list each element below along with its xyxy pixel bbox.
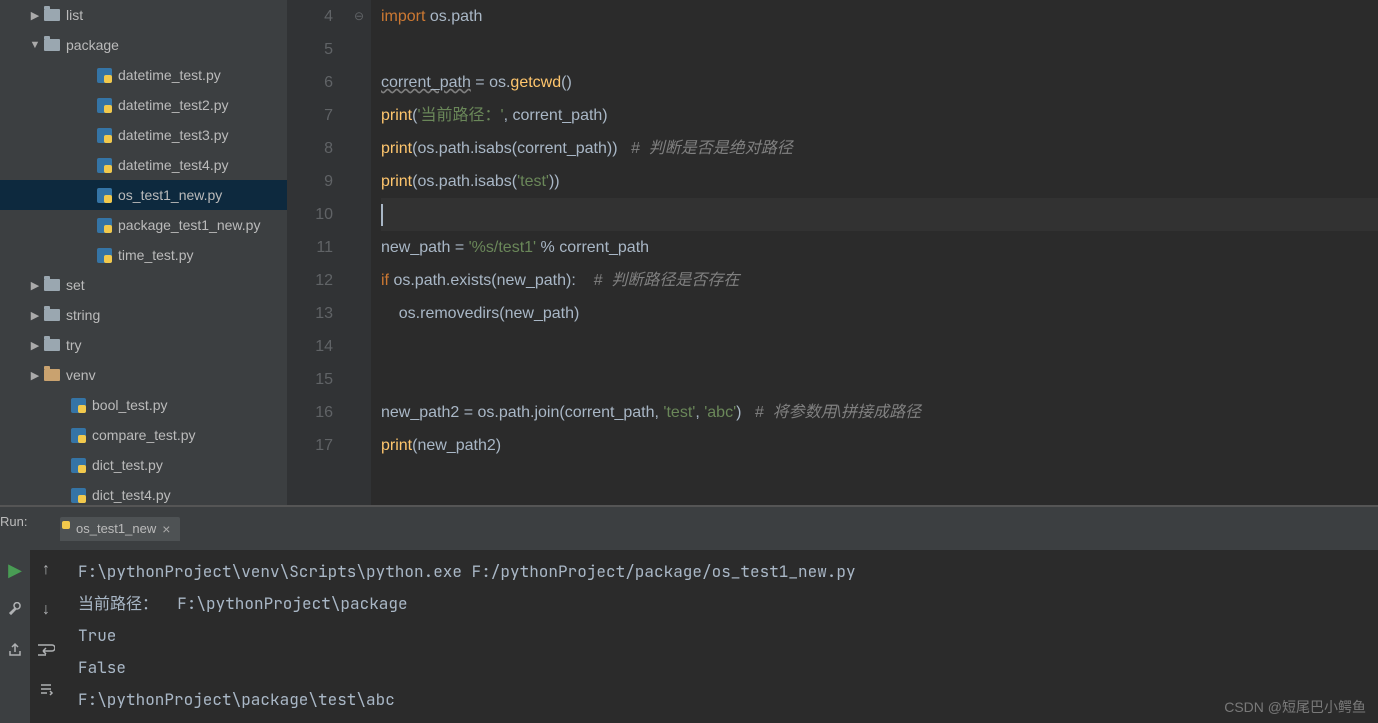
tree-item-label: datetime_test.py xyxy=(118,67,221,83)
python-file-icon xyxy=(94,128,114,143)
run-tool-bar: os_test1_new × xyxy=(0,505,1378,550)
tree-item-label: package_test1_new.py xyxy=(118,217,260,233)
scroll-to-end-icon[interactable] xyxy=(36,680,56,700)
line-number: 15 xyxy=(287,363,333,396)
python-file-icon xyxy=(94,158,114,173)
folder-icon xyxy=(42,369,62,381)
tree-item-label: package xyxy=(66,37,119,53)
python-file-icon xyxy=(68,458,88,473)
chevron-icon[interactable]: ▼ xyxy=(28,39,42,51)
close-icon[interactable]: × xyxy=(162,521,170,537)
soft-wrap-icon[interactable] xyxy=(36,640,56,660)
line-number: 9 xyxy=(287,165,333,198)
tree-item-label: datetime_test2.py xyxy=(118,97,229,113)
python-file-icon xyxy=(94,98,114,113)
line-number: 14 xyxy=(287,330,333,363)
watermark: CSDN @短尾巴小鳄鱼 xyxy=(1224,697,1366,717)
tree-file[interactable]: datetime_test.py xyxy=(0,60,287,90)
run-tab[interactable]: os_test1_new × xyxy=(60,517,180,541)
tree-item-label: datetime_test3.py xyxy=(118,127,229,143)
line-number: 10 xyxy=(287,198,333,231)
arrow-up-icon[interactable]: ↑ xyxy=(36,560,56,580)
tree-folder-set[interactable]: ▶ set xyxy=(0,270,287,300)
tree-file[interactable]: package_test1_new.py xyxy=(0,210,287,240)
tree-item-label: compare_test.py xyxy=(92,427,196,443)
folder-icon xyxy=(42,9,62,21)
chevron-icon[interactable]: ▶ xyxy=(28,309,42,322)
tree-item-label: dict_test.py xyxy=(92,457,163,473)
tree-file[interactable]: bool_test.py xyxy=(0,390,287,420)
arrow-down-icon[interactable]: ↓ xyxy=(36,600,56,620)
tree-item-label: bool_test.py xyxy=(92,397,168,413)
line-number: 6 xyxy=(287,66,333,99)
rerun-icon[interactable]: ▶ xyxy=(5,560,25,580)
keyword: import xyxy=(381,8,425,25)
tree-item-label: set xyxy=(66,277,85,293)
run-toolbar-left: ▶ xyxy=(0,550,30,723)
line-number-gutter: 4567891011121314151617 xyxy=(287,0,347,505)
chevron-icon[interactable]: ▶ xyxy=(28,339,42,352)
tree-item-label: list xyxy=(66,7,83,23)
line-number: 7 xyxy=(287,99,333,132)
chevron-icon[interactable]: ▶ xyxy=(28,369,42,382)
line-number: 16 xyxy=(287,396,333,429)
tree-file[interactable]: datetime_test4.py xyxy=(0,150,287,180)
tree-folder-venv[interactable]: ▶ venv xyxy=(0,360,287,390)
tree-item-label: os_test1_new.py xyxy=(118,187,222,203)
console-output[interactable]: F:\pythonProject\venv\Scripts\python.exe… xyxy=(62,550,1378,723)
line-number: 13 xyxy=(287,297,333,330)
folder-icon xyxy=(42,39,62,51)
tree-file[interactable]: os_test1_new.py xyxy=(0,180,287,210)
tree-file[interactable]: compare_test.py xyxy=(0,420,287,450)
tree-item-label: string xyxy=(66,307,100,323)
line-number: 5 xyxy=(287,33,333,66)
chevron-icon[interactable]: ▶ xyxy=(28,279,42,292)
python-file-icon xyxy=(94,68,114,83)
line-number: 17 xyxy=(287,429,333,462)
line-number: 4 xyxy=(287,0,333,33)
wrench-icon[interactable] xyxy=(5,600,25,620)
run-toolbar-secondary: ↑ ↓ xyxy=(30,550,62,723)
python-file-icon xyxy=(68,428,88,443)
run-console: ▶ ↑ ↓ F:\pythonProject\venv\Scripts\pyth… xyxy=(0,550,1378,723)
export-icon[interactable] xyxy=(5,640,25,660)
folder-icon xyxy=(42,309,62,321)
line-number: 12 xyxy=(287,264,333,297)
tree-file[interactable]: dict_test4.py xyxy=(0,480,287,505)
code-area[interactable]: import os.path corrent_path = os.getcwd(… xyxy=(371,0,1378,505)
run-panel-label: Run: xyxy=(0,514,27,529)
python-file-icon xyxy=(68,398,88,413)
tree-file[interactable]: datetime_test2.py xyxy=(0,90,287,120)
tree-item-label: venv xyxy=(66,367,96,383)
python-file-icon xyxy=(94,248,114,263)
tree-folder-package[interactable]: ▼ package xyxy=(0,30,287,60)
comment: # 判断是否是绝对路径 xyxy=(631,140,793,157)
code-editor[interactable]: 4567891011121314151617 ⊖ import os.path … xyxy=(287,0,1378,505)
run-tab-label: os_test1_new xyxy=(76,521,156,536)
tree-folder-string[interactable]: ▶ string xyxy=(0,300,287,330)
project-tree[interactable]: ▶ list ▼ package datetime_test.py datetime_te… xyxy=(0,0,287,505)
tree-item-label: time_test.py xyxy=(118,247,193,263)
tree-item-label: try xyxy=(66,337,82,353)
tree-folder-list[interactable]: ▶ list xyxy=(0,0,287,30)
folding-column: ⊖ xyxy=(347,0,371,505)
line-number: 11 xyxy=(287,231,333,264)
chevron-icon[interactable]: ▶ xyxy=(28,9,42,22)
tree-folder-try[interactable]: ▶ try xyxy=(0,330,287,360)
folder-icon xyxy=(42,339,62,351)
python-file-icon xyxy=(94,218,114,233)
line-number: 8 xyxy=(287,132,333,165)
python-file-icon xyxy=(94,188,114,203)
tree-file[interactable]: datetime_test3.py xyxy=(0,120,287,150)
folder-icon xyxy=(42,279,62,291)
tree-item-label: datetime_test4.py xyxy=(118,157,229,173)
tree-item-label: dict_test4.py xyxy=(92,487,171,503)
tree-file[interactable]: dict_test.py xyxy=(0,450,287,480)
identifier: corrent_path xyxy=(381,74,471,91)
tree-file[interactable]: time_test.py xyxy=(0,240,287,270)
python-file-icon xyxy=(68,488,88,503)
text-caret xyxy=(381,204,383,226)
